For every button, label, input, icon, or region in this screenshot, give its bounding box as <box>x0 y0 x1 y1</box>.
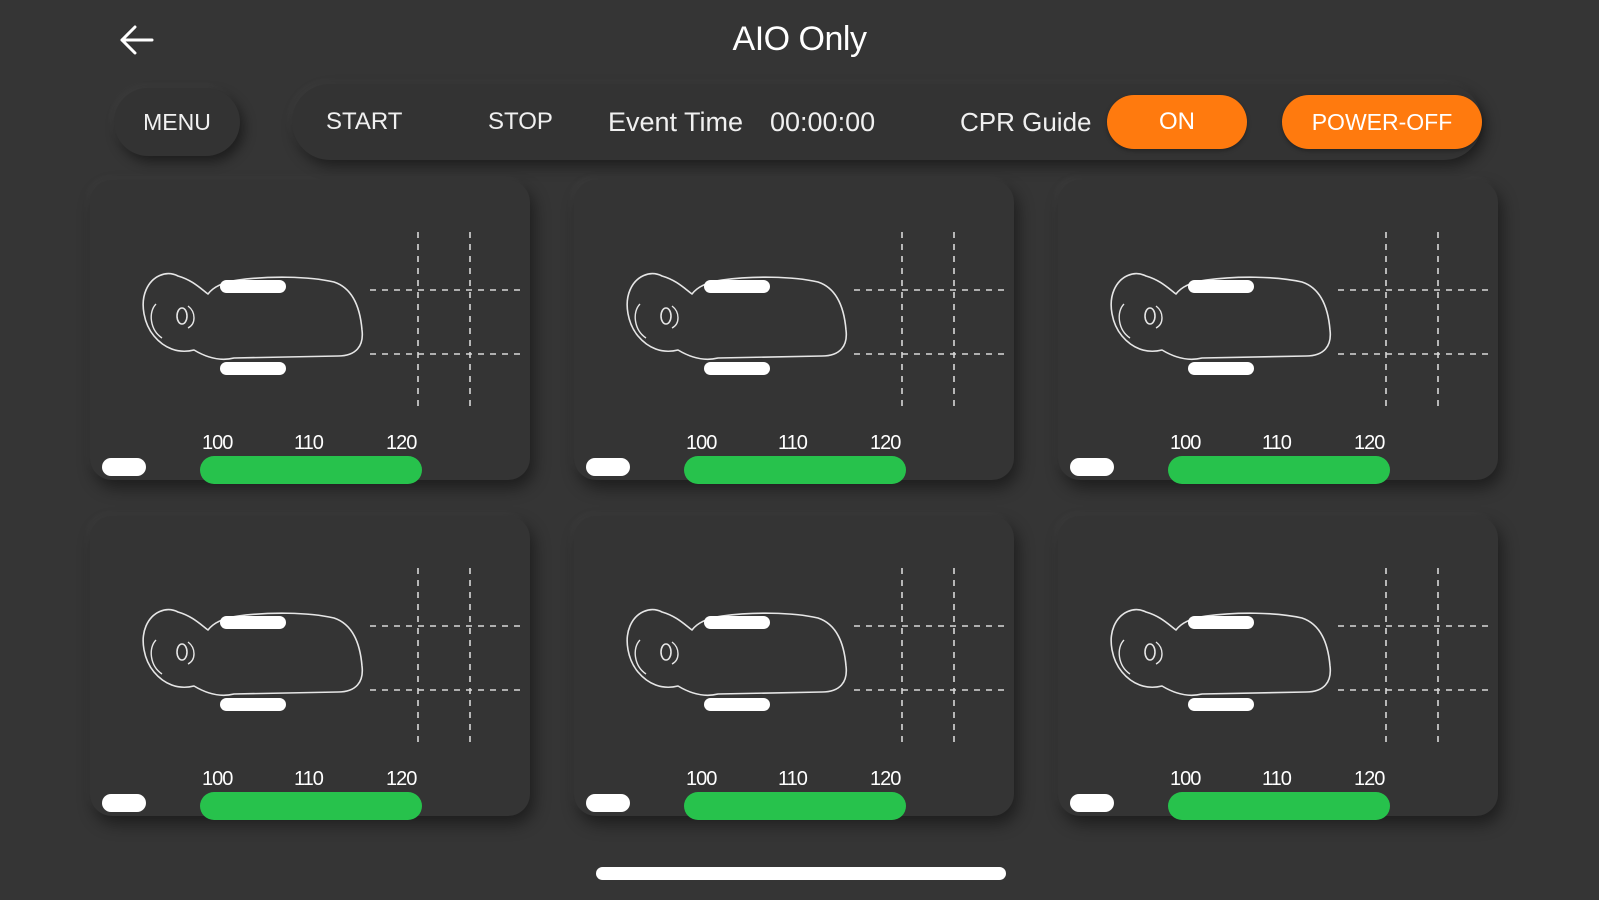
compression-rate-bar <box>200 792 422 820</box>
rate-tick-label: 120 <box>870 432 901 454</box>
electrode-pad-bottom <box>220 698 286 711</box>
electrode-pad-bottom <box>704 362 770 375</box>
rate-tick-label: 120 <box>1354 432 1385 454</box>
electrode-pad-bottom <box>220 362 286 375</box>
monitor-card[interactable]: 100 110 120 <box>574 180 1014 484</box>
electrode-pad-bottom <box>1188 362 1254 375</box>
rate-tick-label: 120 <box>386 432 417 454</box>
start-button[interactable]: START <box>326 84 402 160</box>
rate-tick-label: 110 <box>1262 432 1292 454</box>
cpr-guide-label: CPR Guide <box>960 106 1092 137</box>
rate-tick-label: 110 <box>778 432 808 454</box>
stop-button[interactable]: STOP <box>488 84 553 160</box>
monitor-card[interactable]: 100 110 120 <box>1058 180 1498 484</box>
status-indicator <box>102 458 146 476</box>
alignment-grid-lines <box>370 568 520 748</box>
electrode-pad-top <box>1188 616 1254 629</box>
status-indicator <box>586 458 630 476</box>
rate-tick-label: 100 <box>202 432 233 454</box>
electrode-pad-top <box>220 280 286 293</box>
alignment-grid-lines <box>1338 232 1488 412</box>
electrode-pad-bottom <box>704 698 770 711</box>
status-indicator <box>586 794 630 812</box>
event-time-value: 00:00:00 <box>770 106 876 137</box>
rate-tick-label: 100 <box>686 432 717 454</box>
power-off-button[interactable]: POWER-OFF <box>1282 95 1482 149</box>
rate-tick-label: 100 <box>202 768 233 790</box>
rate-tick-label: 120 <box>870 768 901 790</box>
monitor-card[interactable]: 100 110 120 <box>90 516 530 820</box>
page-title: AIO Only <box>732 20 867 58</box>
compression-rate-bar <box>1168 792 1390 820</box>
compression-rate-bar <box>684 456 906 484</box>
alignment-grid-lines <box>370 232 520 412</box>
alignment-grid-lines <box>854 568 1004 748</box>
monitor-card[interactable]: 100 110 120 <box>574 516 1014 820</box>
rate-tick-label: 110 <box>778 768 808 790</box>
cpr-guide-toggle[interactable]: ON <box>1107 95 1247 149</box>
monitor-card[interactable]: 100 110 120 <box>1058 516 1498 820</box>
rate-tick-label: 120 <box>1354 768 1385 790</box>
electrode-pad-top <box>704 280 770 293</box>
electrode-pad-top <box>1188 280 1254 293</box>
electrode-pad-bottom <box>1188 698 1254 711</box>
rate-tick-label: 110 <box>1262 768 1292 790</box>
home-indicator[interactable] <box>596 867 1006 880</box>
status-indicator <box>1070 794 1114 812</box>
rate-tick-label: 120 <box>386 768 417 790</box>
electrode-pad-top <box>704 616 770 629</box>
compression-rate-bar <box>684 792 906 820</box>
electrode-pad-top <box>220 616 286 629</box>
status-indicator <box>102 794 146 812</box>
rate-tick-label: 100 <box>1170 432 1201 454</box>
event-time-label: Event Time <box>608 106 744 137</box>
rate-tick-label: 110 <box>294 432 324 454</box>
alignment-grid-lines <box>854 232 1004 412</box>
monitor-card[interactable]: 100 110 120 <box>90 180 530 484</box>
rate-tick-label: 110 <box>294 768 324 790</box>
rate-tick-label: 100 <box>686 768 717 790</box>
aio-only-screen: AIO Only MENU START STOP Event Time 00:0… <box>0 0 1599 900</box>
control-bar: START STOP Event Time 00:00:00 CPR Guide… <box>292 84 1482 160</box>
compression-rate-bar <box>200 456 422 484</box>
menu-button[interactable]: MENU <box>114 88 240 156</box>
status-indicator <box>1070 458 1114 476</box>
compression-rate-bar <box>1168 456 1390 484</box>
rate-tick-label: 100 <box>1170 768 1201 790</box>
alignment-grid-lines <box>1338 568 1488 748</box>
